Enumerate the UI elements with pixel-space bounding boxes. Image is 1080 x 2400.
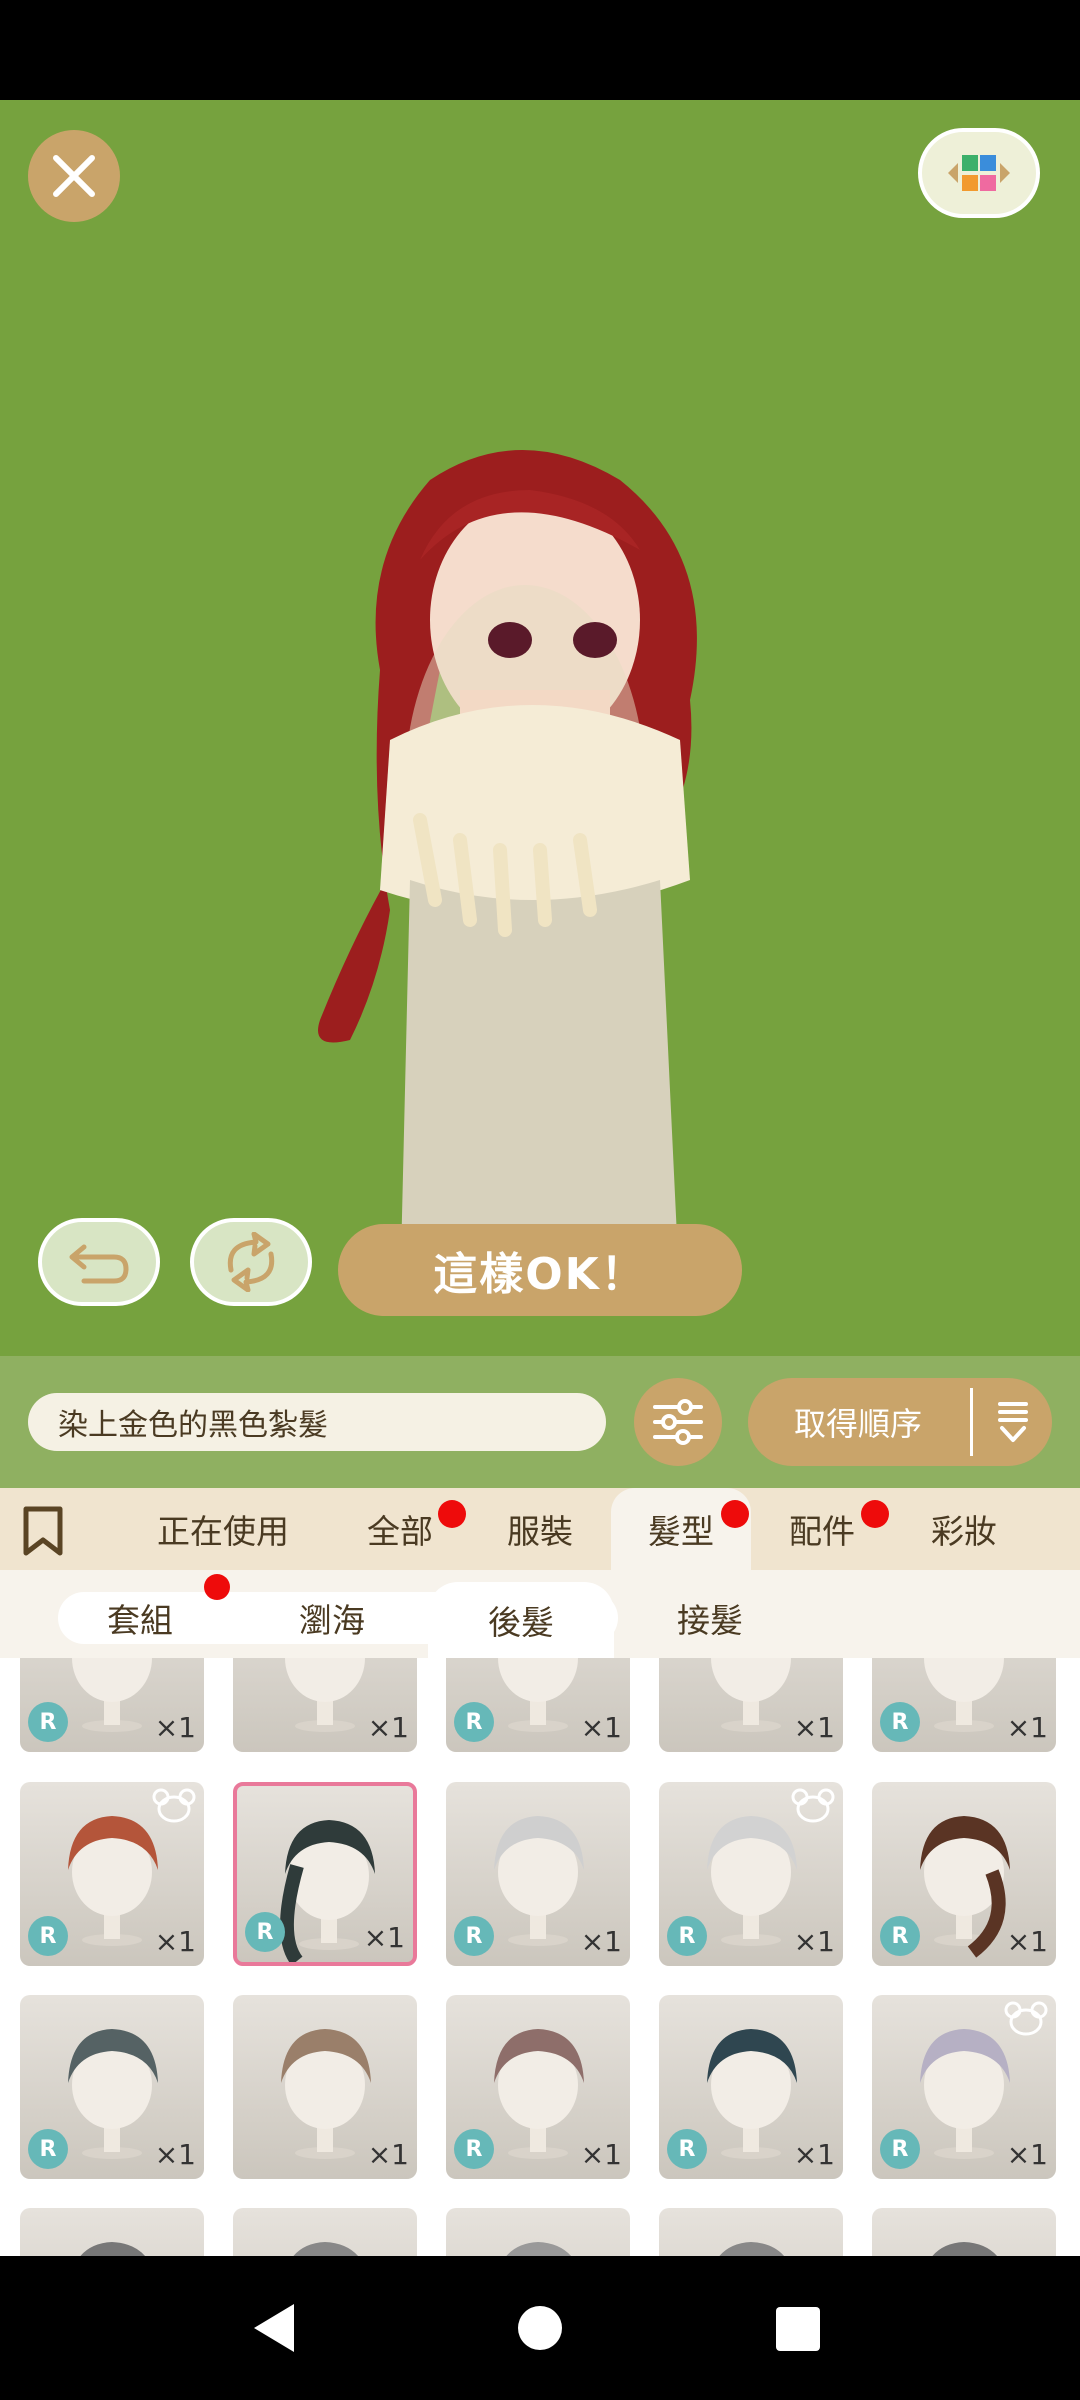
rarity-badge: R [880,1916,920,1956]
mannequin-head [932,2242,997,2256]
item-name-field: 染上金色的黑色紮髮 [28,1393,606,1451]
hair-item[interactable]: R ×1 [446,1995,630,2179]
undo-icon [69,1244,129,1284]
sort-order-button[interactable]: 取得順序 [748,1378,1052,1466]
item-quantity: ×1 [367,1711,409,1744]
item-quantity: ×1 [580,1711,622,1744]
close-button[interactable] [28,130,120,222]
rarity-badge: R [880,1702,920,1742]
item-quantity: ×1 [154,2138,196,2171]
hair-item[interactable]: ×1 [233,1658,417,1752]
hair-item[interactable]: R×1 [872,2208,1056,2256]
hair-item[interactable]: R ×1 [446,1782,630,1966]
rarity-badge: R [667,1916,707,1956]
bookmark-icon[interactable] [22,1506,64,1560]
hair-item[interactable]: R×1 [233,2208,417,2256]
item-quantity: ×1 [363,1921,405,1954]
subtab-sets[interactable]: 套組 [70,1588,210,1648]
hair-item[interactable]: R ×1 [872,1995,1056,2179]
filter-button[interactable] [634,1378,722,1466]
hair-item[interactable]: R ×1 [20,1658,204,1752]
status-bar [0,0,1080,100]
item-quantity: ×1 [1006,2138,1048,2171]
tab-accessories[interactable]: 配件 [762,1488,882,1570]
bear-icon [1004,2001,1048,2036]
item-quantity: ×1 [154,1925,196,1958]
rarity-badge: R [28,1702,68,1742]
tab-all[interactable]: 全部 [340,1488,460,1570]
hair-item[interactable]: ×1 [659,1658,843,1752]
hair-item-selected[interactable]: R ×1 [233,1782,417,1966]
mannequin-head [293,2242,358,2256]
hair-item[interactable]: R ×1 [659,1782,843,1966]
hair-item[interactable]: R ×1 [20,1782,204,1966]
bear-icon [791,1788,835,1823]
bear-icon [152,1788,196,1823]
mannequin-head [719,2242,784,2256]
hair-item[interactable]: R ×1 [20,1995,204,2179]
hair-item[interactable]: R×1 [446,2208,630,2256]
hair-item[interactable]: R×1 [20,2208,204,2256]
palette-icon [948,155,1010,191]
sort-divider [970,1388,973,1456]
rarity-badge: R [454,1702,494,1742]
confirm-ok-button[interactable]: 這樣OK！ [338,1224,742,1316]
avatar-character [318,450,697,1310]
rarity-badge: R [245,1912,285,1952]
item-quantity: ×1 [793,1925,835,1958]
navigation-bar [0,2256,1080,2400]
palette-button[interactable] [918,128,1040,218]
nav-recents-icon[interactable] [776,2307,820,2351]
sort-icon[interactable] [974,1378,1052,1466]
hair-item[interactable]: R ×1 [872,1782,1056,1966]
mannequin-head [506,2242,571,2256]
notification-dot [438,1500,466,1528]
tab-in-use[interactable]: 正在使用 [138,1488,308,1570]
nav-back-icon[interactable] [250,2302,300,2358]
rarity-badge: R [28,2129,68,2169]
rarity-badge: R [667,2129,707,2169]
rarity-badge: R [880,2129,920,2169]
category-tabs: 正在使用 全部 服裝 髮型 配件 彩妝 [0,1488,1080,1570]
hair-item[interactable]: R×1 [659,2208,843,2256]
item-quantity: ×1 [367,2138,409,2171]
avatar-stage: 這樣OK！ [0,100,1080,1356]
sub-tabs: 套組 瀏海 後髮 接髮 [0,1570,1080,1658]
hair-item[interactable]: ×1 [233,1995,417,2179]
notification-dot [721,1500,749,1528]
rarity-badge: R [28,1916,68,1956]
rarity-badge: R [454,2129,494,2169]
hair-item[interactable]: R ×1 [659,1995,843,2179]
notification-dot [861,1500,889,1528]
subtab-back-hair[interactable]: 後髮 [428,1582,614,1658]
item-quantity: ×1 [793,1711,835,1744]
hair-item[interactable]: R ×1 [446,1658,630,1752]
item-grid: R ×1 ×1 R ×1 ×1 R ×1 R ×1 R ×1 R ×1 R ×1 R ×1 R ×1 ×1 R ×1 R ×1 R… [0,1658,1080,2256]
tab-makeup[interactable]: 彩妝 [904,1488,1024,1570]
item-quantity: ×1 [154,1711,196,1744]
subtab-bangs[interactable]: 瀏海 [262,1588,402,1648]
close-icon [53,155,95,197]
item-quantity: ×1 [580,1925,622,1958]
tab-clothing[interactable]: 服裝 [480,1488,600,1570]
mannequin-head [80,2242,145,2256]
rotate-button[interactable] [190,1218,312,1306]
item-quantity: ×1 [1006,1925,1048,1958]
subtab-extensions[interactable]: 接髮 [640,1588,780,1648]
undo-button[interactable] [38,1218,160,1306]
rarity-badge: R [454,1916,494,1956]
nav-home-icon[interactable] [518,2306,562,2350]
notification-dot [204,1574,230,1600]
item-quantity: ×1 [1006,1711,1048,1744]
hair-item[interactable]: R ×1 [872,1658,1056,1752]
item-quantity: ×1 [793,2138,835,2171]
filter-sliders-icon [653,1399,703,1445]
rotate-icon [227,1232,275,1292]
sort-order-label: 取得順序 [793,1405,922,1443]
item-quantity: ×1 [580,2138,622,2171]
